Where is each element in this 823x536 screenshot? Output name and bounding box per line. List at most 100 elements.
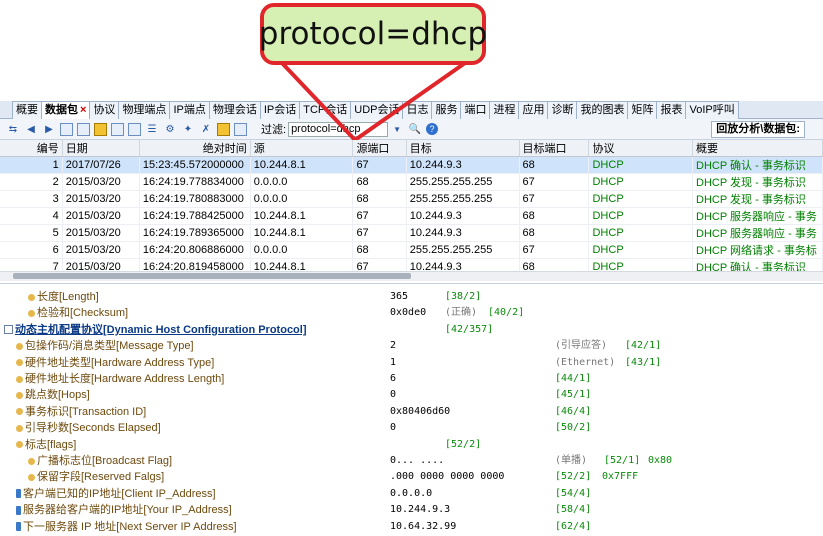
detail-offset: [42/1]: [625, 340, 662, 352]
column-header[interactable]: 源: [250, 140, 354, 157]
detail-field-label: 服务器给客户端的IP地址[Your IP_Address]: [23, 504, 232, 517]
view-list-icon[interactable]: [111, 122, 124, 136]
table-row[interactable]: 4 2015/03/20 16:24:19.788425000 10.244.8.1 6…: [0, 207, 823, 225]
layout-icon[interactable]: ☰: [145, 122, 159, 136]
tab-15[interactable]: 我的图表: [576, 101, 629, 119]
tab-1[interactable]: 数据包 ×: [41, 101, 91, 119]
tab-6[interactable]: IP会话: [259, 101, 301, 119]
column-header[interactable]: 目标: [406, 140, 520, 157]
column-header[interactable]: 编号: [0, 140, 63, 157]
tab-16[interactable]: 矩阵: [627, 101, 658, 119]
detail-value: 0x80406d60: [390, 405, 451, 417]
column-header[interactable]: 源端口: [352, 140, 407, 157]
detail-value: 6: [390, 373, 397, 384]
tab-12[interactable]: 进程: [489, 101, 520, 119]
detail-row[interactable]: 广播标志位[Broadcast Flag] 0... .... (单播) [52/1]…: [0, 453, 823, 469]
table-cell: 6: [0, 241, 63, 259]
detail-field-name: 跳点数[Hops]: [16, 387, 90, 403]
tab-8[interactable]: UDP会话: [350, 101, 404, 119]
help-icon[interactable]: ?: [426, 123, 439, 135]
filter-tool-icon[interactable]: ✦: [181, 122, 195, 136]
callout-text: protocol=dhcp: [258, 16, 488, 52]
table-row[interactable]: 6 2015/03/20 16:24:20.806886000 0.0.0.0 68 25…: [0, 241, 823, 259]
callout-box: protocol=dhcp: [258, 3, 488, 65]
forward-icon[interactable]: ▶: [42, 122, 56, 136]
column-header[interactable]: 日期: [62, 140, 140, 157]
detail-row[interactable]: 引导秒数[Seconds Elapsed] 0 [50/2]: [0, 420, 823, 436]
detail-row[interactable]: 客户端已知的IP地址[Client IP_Address] 0.0.0.0 [54/…: [0, 486, 823, 502]
detail-field-label: 事务标识[Transaction ID]: [25, 405, 147, 418]
column-header[interactable]: 概要: [692, 140, 823, 157]
table-cell: 67: [352, 258, 407, 271]
detail-row[interactable]: 长度[Length] 365 [38/2]: [0, 289, 823, 305]
back-icon[interactable]: ◀: [24, 122, 38, 136]
table-cell: DHCP: [588, 258, 694, 271]
detail-row[interactable]: 包操作码/消息类型[Message Type] 2 (引导应答) [42/1]: [0, 338, 823, 354]
table-cell: 68: [519, 207, 590, 225]
tab-9[interactable]: 日志: [402, 101, 433, 119]
mark-icon[interactable]: ✗: [199, 122, 213, 136]
table-cell: DHCP: [588, 224, 694, 242]
detail-row[interactable]: 硬件地址类型[Hardware Address Type] 1 (Ethernet)…: [0, 355, 823, 371]
horizontal-scrollbar[interactable]: [0, 271, 823, 281]
detail-row[interactable]: 检验和[Checksum] 0x0de0 (正确) [40/2]: [0, 305, 823, 321]
first-icon[interactable]: [60, 122, 73, 136]
detail-row[interactable]: 保留字段[Reserved Falgs] .000 0000 0000 0000 […: [0, 469, 823, 485]
view-hex-icon[interactable]: [128, 122, 141, 136]
column-header[interactable]: 目标端口: [519, 140, 590, 157]
chevron-down-icon[interactable]: ▼: [390, 122, 404, 136]
table-cell: 2015/03/20: [62, 173, 140, 191]
tab-11[interactable]: 端口: [460, 101, 491, 119]
filter-input[interactable]: [288, 121, 389, 137]
tab-4[interactable]: IP端点: [169, 101, 210, 119]
table-cell: DHCP 服务器响应 - 事务: [692, 207, 823, 225]
detail-row[interactable]: 服务器给客户端的IP地址[Your IP_Address] 10.244.9.3 […: [0, 502, 823, 518]
tab-10[interactable]: 服务: [431, 101, 462, 119]
tab-label: VoIP呼叫: [689, 104, 735, 116]
tab-2[interactable]: 协议: [89, 101, 120, 119]
table-cell: DHCP: [588, 156, 694, 174]
detail-row[interactable]: 动态主机配置协议[Dynamic Host Configuration Prot…: [0, 322, 823, 338]
close-icon[interactable]: ×: [80, 104, 86, 116]
color-rule-icon[interactable]: [217, 122, 230, 136]
table-row[interactable]: 2 2015/03/20 16:24:19.778834000 0.0.0.0 68 25…: [0, 173, 823, 191]
table-cell: DHCP 确认 - 事务标识: [692, 156, 823, 174]
tab-18[interactable]: VoIP呼叫: [685, 101, 739, 119]
tab-14[interactable]: 诊断: [547, 101, 578, 119]
field-icon: [16, 375, 23, 383]
detail-offset: [40/2]: [488, 307, 525, 319]
table-cell: DHCP: [588, 207, 694, 225]
table-row[interactable]: 1 2017/07/26 15:23:45.572000000 10.244.8.1 6…: [0, 156, 823, 174]
tab-5[interactable]: 物理会话: [208, 101, 261, 119]
capture-icon[interactable]: ⇆: [6, 122, 20, 136]
detail-row[interactable]: 硬件地址长度[Hardware Address Length] 6 [44/1]: [0, 371, 823, 387]
column-header[interactable]: 协议: [588, 140, 694, 157]
detail-row[interactable]: 下一服务器 IP 地址[Next Server IP Address] 10.64…: [0, 519, 823, 535]
table-row[interactable]: 7 2015/03/20 16:24:20.819458000 10.244.8.1 6…: [0, 258, 823, 271]
detail-row[interactable]: 事务标识[Transaction ID] 0x80406d60 [46/4]: [0, 404, 823, 420]
column-header[interactable]: 绝对时间: [139, 140, 251, 157]
table-cell: 10.244.8.1: [250, 258, 354, 271]
tab-label: 物理会话: [212, 104, 257, 116]
view-decode-icon[interactable]: [94, 122, 107, 136]
detail-offset: [42/357]: [445, 323, 494, 335]
tab-7[interactable]: TCP会话: [299, 101, 352, 119]
settings-icon[interactable]: ⚙: [163, 122, 177, 136]
tab-0[interactable]: 概要: [12, 101, 42, 119]
detail-field-name: 客户端已知的IP地址[Client IP_Address]: [16, 486, 216, 502]
table-cell: DHCP: [588, 241, 694, 259]
last-icon[interactable]: [77, 122, 90, 136]
table-header: 编号 日期 绝对时间源源端口 目标 目标端口 协议 概要: [0, 140, 823, 157]
search-icon[interactable]: 🔍: [408, 122, 422, 136]
table-row[interactable]: 5 2015/03/20 16:24:19.789365000 10.244.8.1 6…: [0, 224, 823, 242]
detail-row[interactable]: 标志[flags] [52/2]: [0, 437, 823, 453]
export-icon[interactable]: [234, 122, 247, 136]
detail-row[interactable]: 跳点数[Hops] 0 [45/1]: [0, 387, 823, 403]
scrollbar-thumb[interactable]: [13, 273, 411, 279]
detail-note: (Ethernet): [555, 356, 616, 368]
tab-13[interactable]: 应用: [518, 101, 549, 119]
packet-table: 编号 日期 绝对时间源源端口 目标 目标端口 协议 概要 1 2017/07/26 15:23:…: [0, 140, 823, 271]
tab-17[interactable]: 报表: [656, 101, 687, 119]
tab-3[interactable]: 物理端点: [118, 101, 171, 119]
table-row[interactable]: 3 2015/03/20 16:24:19.780883000 0.0.0.0 68 25…: [0, 190, 823, 208]
